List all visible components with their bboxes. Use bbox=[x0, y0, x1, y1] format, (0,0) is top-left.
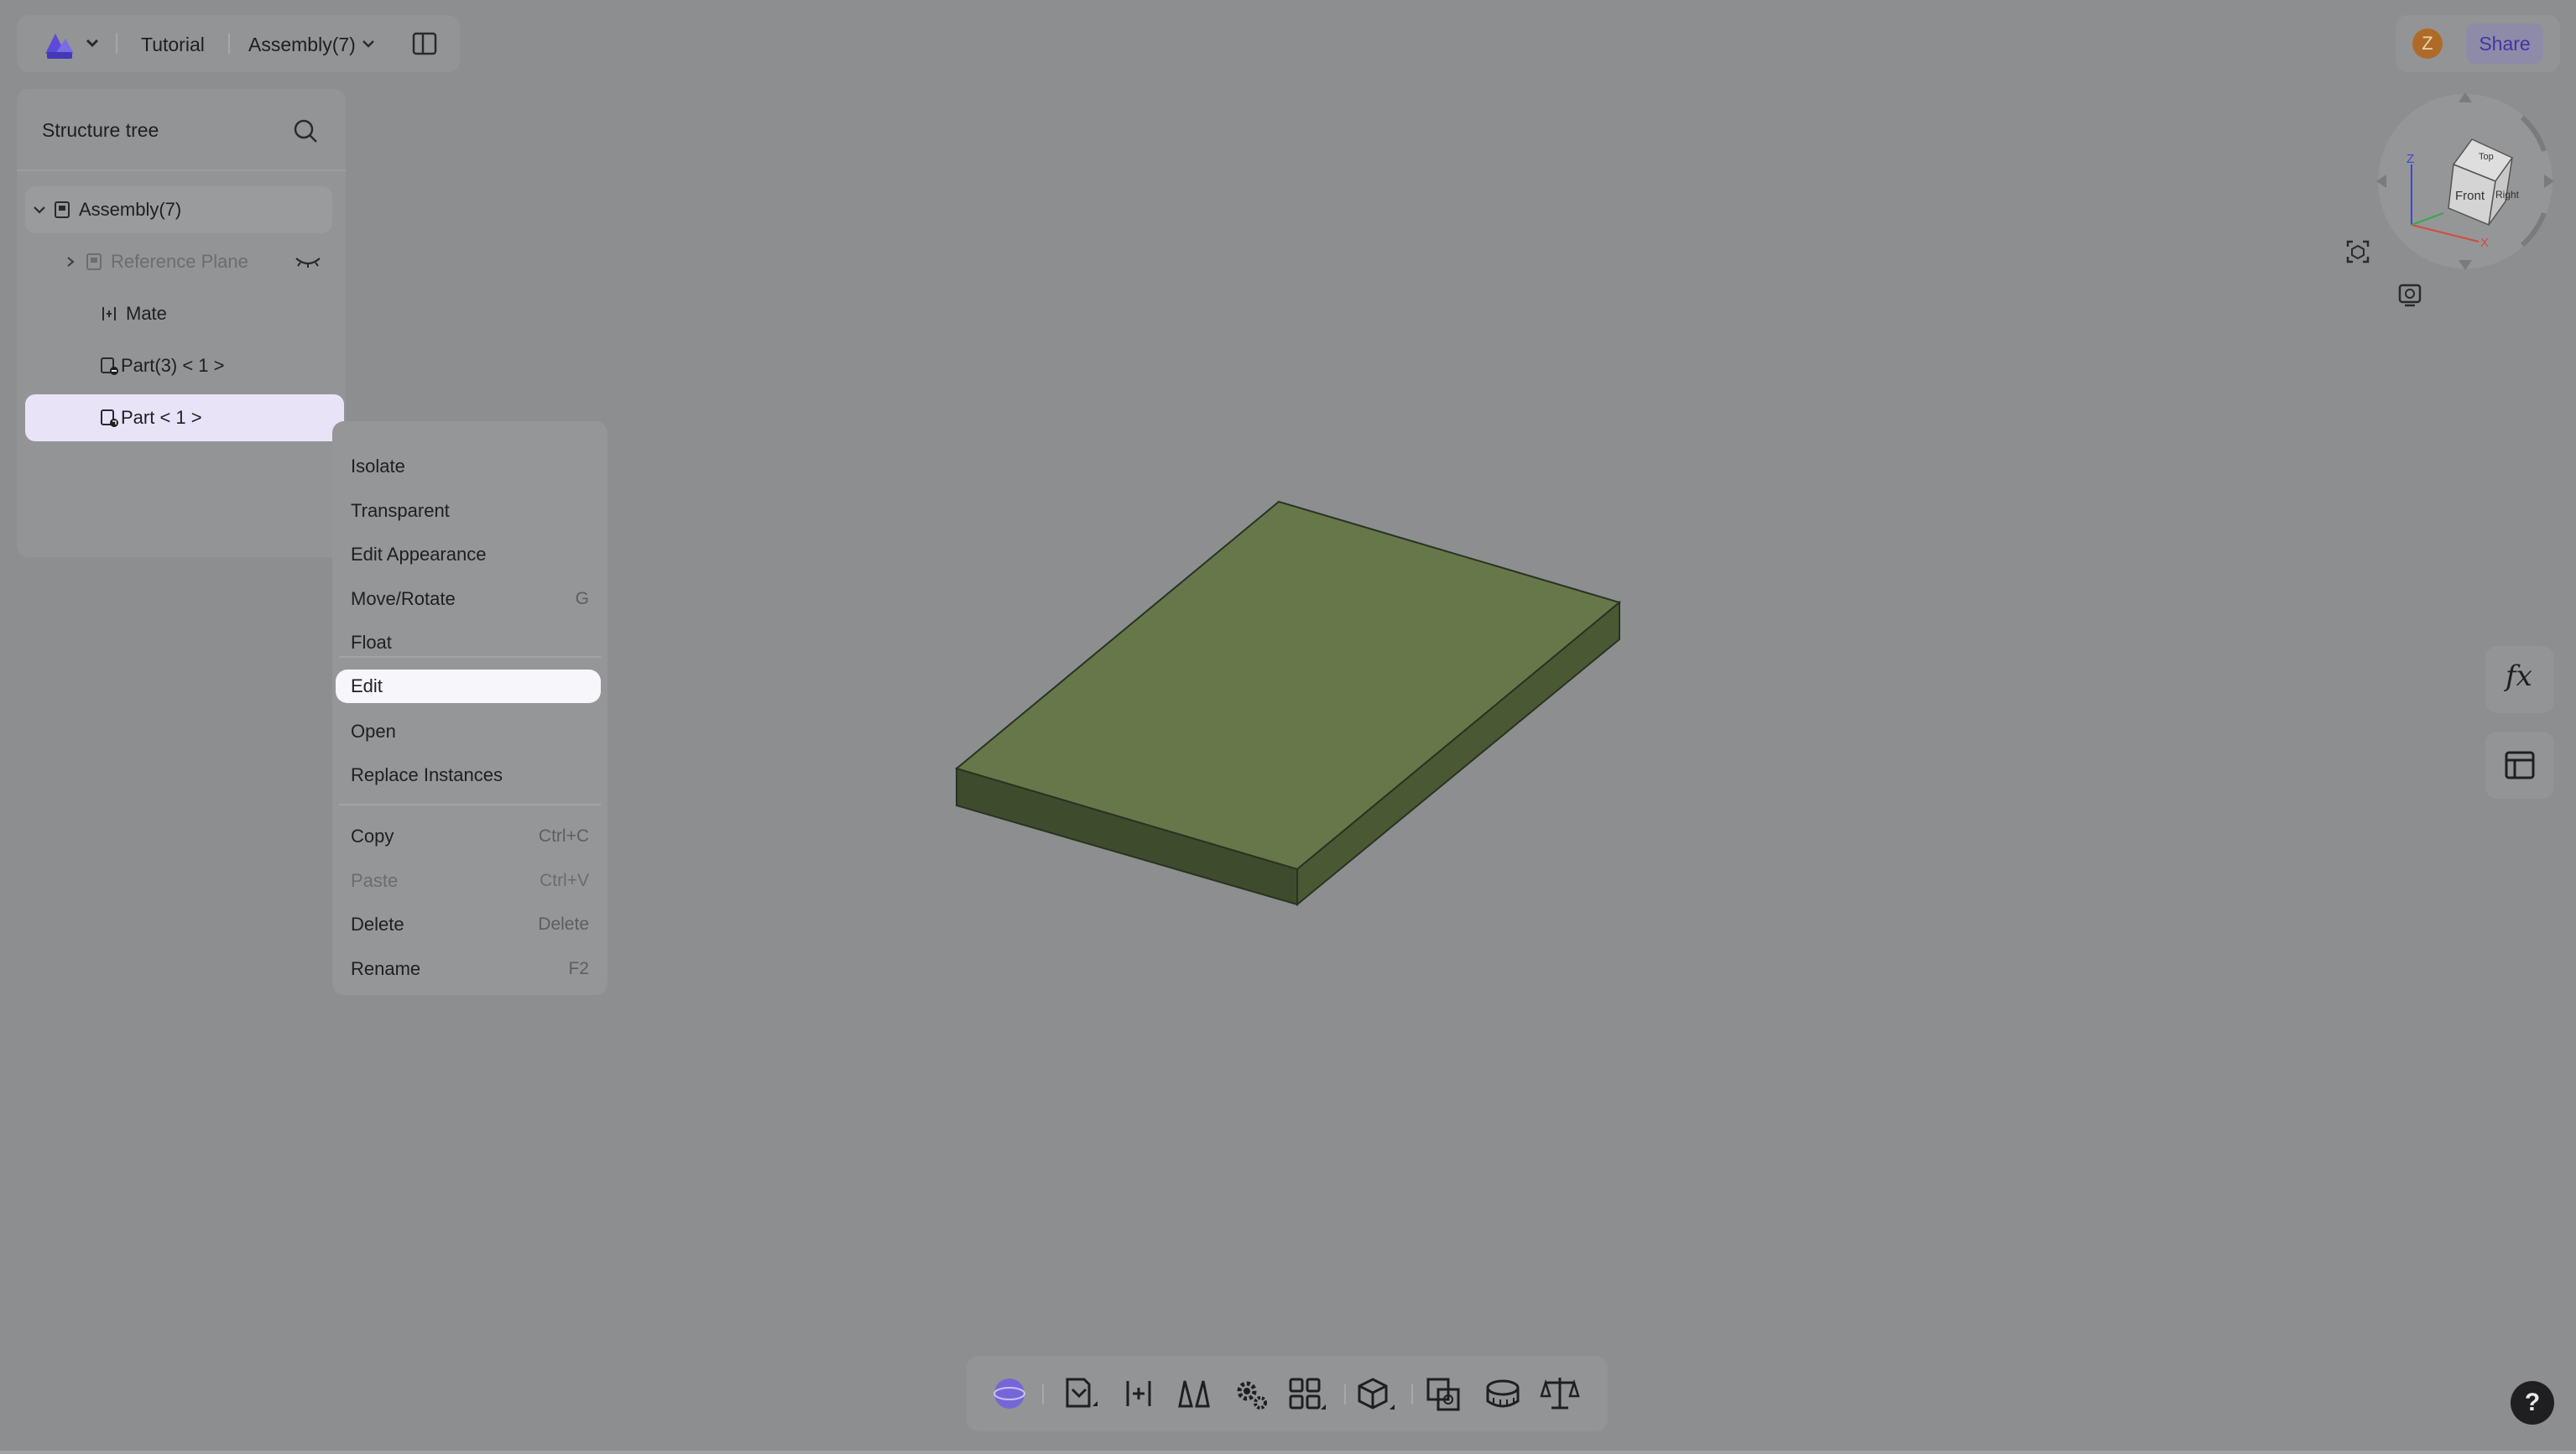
gear-icon[interactable] bbox=[1230, 1373, 1272, 1415]
chevron-right-icon[interactable] bbox=[64, 255, 77, 268]
divider bbox=[1042, 1384, 1044, 1404]
divider bbox=[1344, 1384, 1346, 1404]
tree-item-part[interactable]: Part < 1 > bbox=[25, 394, 344, 441]
pattern-icon[interactable] bbox=[1285, 1373, 1327, 1415]
divider bbox=[228, 34, 230, 54]
window-bottom-edge bbox=[0, 1451, 2576, 1454]
panel-toggle-icon[interactable] bbox=[411, 30, 438, 57]
menu-item-label: Isolate bbox=[351, 456, 405, 477]
menu-item-paste: Paste Ctrl+V bbox=[351, 862, 589, 899]
tree-item-label: Part < 1 > bbox=[121, 407, 202, 428]
menu-item-delete[interactable]: Delete Delete bbox=[351, 906, 589, 943]
menu-item-shortcut: Ctrl+C bbox=[538, 826, 589, 846]
tree-item-label: Assembly(7) bbox=[79, 199, 182, 220]
tree-item-label: Part(3) < 1 > bbox=[121, 355, 225, 376]
app-logo-icon[interactable] bbox=[40, 27, 101, 60]
tree-item-label: Reference Plane bbox=[111, 251, 248, 272]
top-right-bar: Z Share bbox=[2396, 15, 2560, 72]
menu-item-label: Move/Rotate bbox=[351, 588, 456, 609]
table-icon bbox=[2505, 751, 2535, 779]
tree-item-assembly[interactable]: Assembly(7) bbox=[25, 186, 332, 233]
view-cube-navigator[interactable]: Top Front Right Z X bbox=[2371, 87, 2559, 280]
menu-item-label: Open bbox=[351, 721, 396, 742]
axis-x-label: X bbox=[2480, 236, 2489, 250]
table-panel-button[interactable] bbox=[2485, 732, 2554, 799]
menu-item-label: Transparent bbox=[351, 500, 450, 521]
mate-tool-icon[interactable] bbox=[1118, 1373, 1160, 1415]
menu-item-label: Edit bbox=[351, 675, 383, 696]
menu-item-transparent[interactable]: Transparent bbox=[351, 492, 589, 529]
chevron-down-icon[interactable] bbox=[361, 37, 376, 50]
formula-icon: fx bbox=[2506, 659, 2532, 693]
assembly-icon bbox=[55, 201, 70, 218]
formula-button[interactable]: fx bbox=[2485, 646, 2554, 713]
menu-item-label: Edit Appearance bbox=[351, 544, 487, 565]
measure-icon[interactable] bbox=[1482, 1373, 1524, 1415]
menu-item-edit[interactable]: Edit bbox=[336, 670, 601, 703]
divider bbox=[116, 34, 117, 54]
menu-item-label: Delete bbox=[351, 914, 404, 935]
menu-divider bbox=[339, 656, 601, 658]
mass-properties-icon[interactable] bbox=[1539, 1373, 1581, 1415]
mate-icon bbox=[102, 307, 116, 321]
menu-item-label: Paste bbox=[351, 870, 399, 891]
view-settings-icon[interactable] bbox=[2396, 282, 2423, 309]
menu-item-shortcut: Delete bbox=[538, 915, 589, 934]
mirror-icon[interactable] bbox=[1173, 1373, 1215, 1415]
view-cube-face-front: Front bbox=[2455, 189, 2485, 203]
cube-view-icon[interactable] bbox=[1354, 1373, 1396, 1415]
breadcrumb-tutorial[interactable]: Tutorial bbox=[141, 34, 205, 56]
menu-item-label: Copy bbox=[351, 826, 394, 847]
share-button[interactable]: Share bbox=[2466, 23, 2543, 64]
divider bbox=[17, 169, 346, 171]
chevron-down-icon[interactable] bbox=[32, 202, 47, 217]
breadcrumb-assembly[interactable]: Assembly(7) bbox=[248, 34, 356, 56]
menu-item-label: Rename bbox=[351, 958, 421, 979]
orbit-icon[interactable] bbox=[988, 1373, 1030, 1415]
bottom-toolbar bbox=[967, 1356, 1608, 1431]
tree-item-reference-plane[interactable]: Reference Plane bbox=[25, 238, 332, 285]
tree-item-mate[interactable]: Mate bbox=[25, 290, 332, 337]
divider bbox=[1411, 1384, 1413, 1404]
menu-item-label: Float bbox=[351, 632, 392, 653]
menu-item-move-rotate[interactable]: Move/Rotate G bbox=[351, 581, 589, 618]
view-cube-face-top: Top bbox=[2479, 152, 2494, 162]
part-3d-model[interactable] bbox=[948, 495, 1633, 915]
view-cube-icon[interactable]: Top Front Right Z X bbox=[2371, 87, 2559, 280]
hidden-eye-icon[interactable] bbox=[294, 253, 322, 270]
part-icon bbox=[101, 409, 118, 427]
view-cube-face-right: Right bbox=[2495, 189, 2520, 201]
tree-item-part3[interactable]: Part(3) < 1 > bbox=[25, 342, 332, 389]
interference-check-icon[interactable] bbox=[1423, 1373, 1465, 1415]
tree-item-label: Mate bbox=[126, 303, 167, 324]
menu-item-shortcut: G bbox=[575, 589, 589, 608]
panel-title: Structure tree bbox=[42, 119, 159, 141]
menu-item-copy[interactable]: Copy Ctrl+C bbox=[351, 818, 589, 855]
menu-item-edit-appearance[interactable]: Edit Appearance bbox=[351, 536, 589, 573]
reference-plane-icon bbox=[86, 253, 102, 270]
menu-item-shortcut: F2 bbox=[568, 959, 589, 978]
menu-item-rename[interactable]: Rename F2 bbox=[351, 951, 589, 988]
menu-item-label: Replace Instances bbox=[351, 764, 503, 785]
menu-item-isolate[interactable]: Isolate bbox=[351, 448, 589, 485]
menu-item-replace-instances[interactable]: Replace Instances bbox=[351, 757, 589, 794]
search-icon[interactable] bbox=[290, 116, 321, 146]
axis-z-label: Z bbox=[2407, 152, 2414, 166]
menu-divider bbox=[339, 804, 601, 805]
fit-view-icon[interactable] bbox=[2344, 238, 2371, 265]
avatar[interactable]: Z bbox=[2412, 29, 2443, 59]
part-icon bbox=[101, 357, 118, 375]
help-button[interactable]: ? bbox=[2511, 1381, 2554, 1425]
menu-item-shortcut: Ctrl+V bbox=[540, 871, 589, 890]
structure-tree-panel: Structure tree Assembly(7) Reference Pla… bbox=[17, 89, 346, 557]
menu-item-open[interactable]: Open bbox=[351, 713, 589, 750]
context-menu: Isolate Transparent Edit Appearance Move… bbox=[332, 421, 607, 995]
insert-part-icon[interactable] bbox=[1059, 1373, 1101, 1415]
top-bar: Tutorial Assembly(7) bbox=[17, 15, 460, 72]
